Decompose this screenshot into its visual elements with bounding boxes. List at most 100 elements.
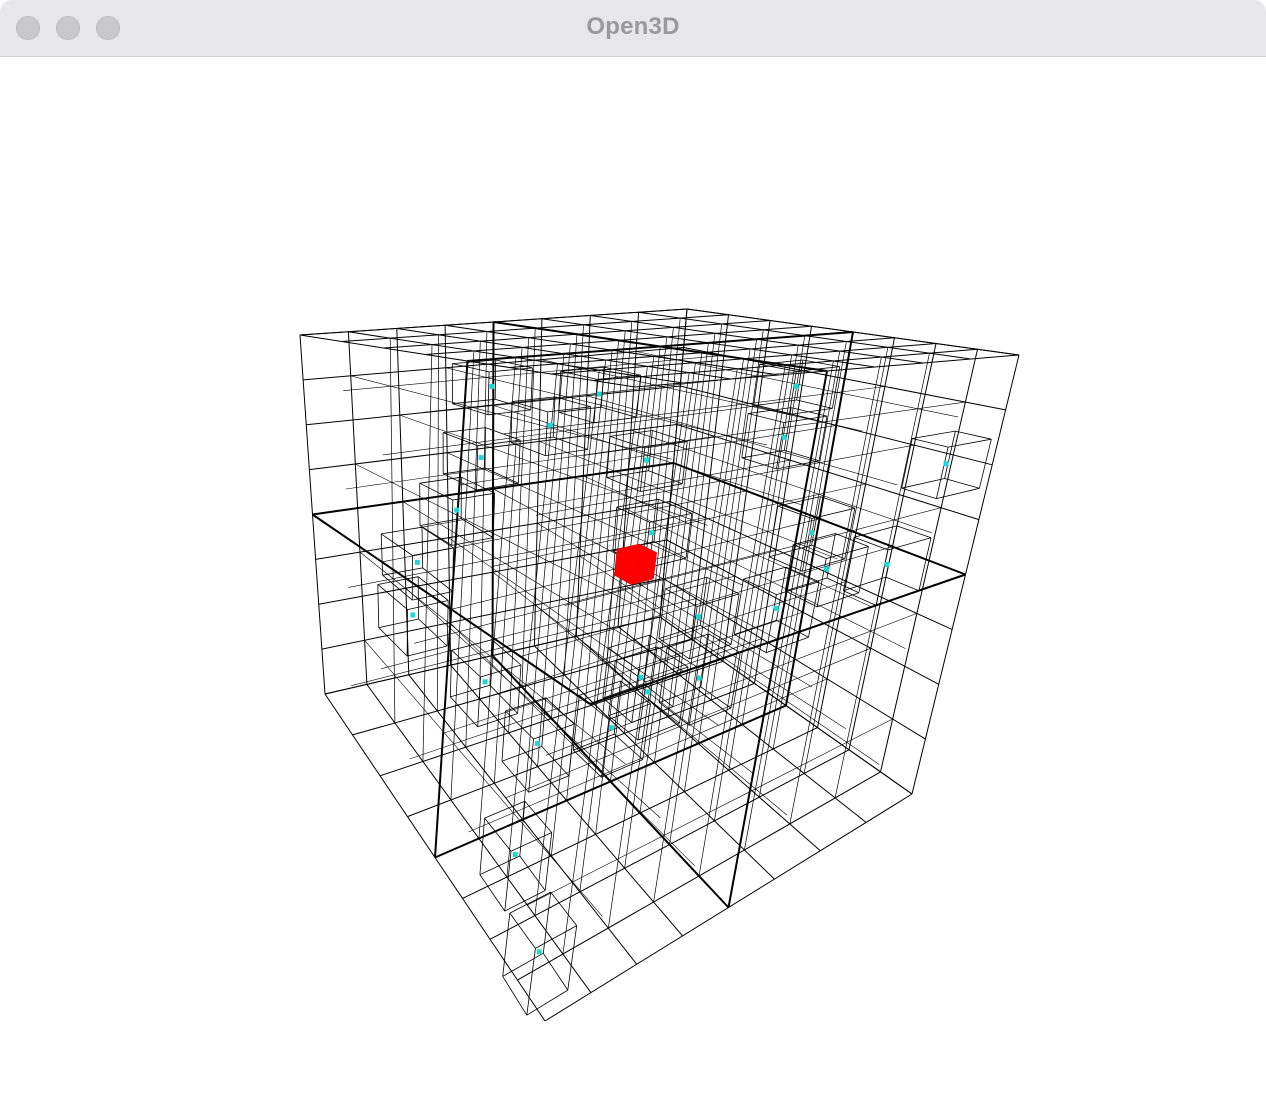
cloud-point	[793, 383, 799, 389]
leaf-box-edge	[406, 609, 408, 657]
octree-inner-edge	[545, 613, 918, 756]
window-title: Open3D	[586, 13, 680, 40]
leaf-box-edge	[858, 546, 869, 593]
leaf-box-edge	[743, 566, 787, 580]
leaf-box-edge	[528, 775, 570, 793]
leaf-box-edge	[688, 667, 699, 726]
octree-scene[interactable]	[0, 57, 1266, 1112]
leaf-box-edge	[776, 567, 787, 621]
leaf-box-edge	[504, 890, 546, 912]
cloud-point	[823, 566, 829, 572]
leaf-box-edge	[665, 588, 698, 607]
leaf-box-edge	[487, 371, 490, 415]
leaf-box-edge	[672, 655, 681, 707]
cloud-point	[512, 851, 518, 857]
octree-edge	[462, 727, 818, 899]
leaf-box-edge	[593, 379, 598, 423]
3d-viewport[interactable]	[0, 57, 1266, 1112]
leaf-box-edge	[443, 427, 486, 433]
leaf-box-edge	[510, 436, 554, 443]
cloud-point	[608, 725, 614, 731]
cloud-point	[773, 605, 779, 611]
leaf-box-edge	[484, 800, 526, 819]
leaf-box-edge	[955, 430, 992, 440]
leaf-box-edge	[631, 669, 639, 723]
leaf-box-edge	[811, 544, 845, 560]
octree-inner-edge	[351, 598, 697, 686]
leaf-box-edge	[377, 584, 380, 628]
leaf-box-edge	[443, 467, 486, 475]
leaf-box-edge	[608, 703, 651, 720]
cloud-point	[638, 674, 644, 680]
leaf-box-edge	[502, 952, 544, 977]
query-cube	[613, 543, 658, 586]
leaf-box-edge	[844, 508, 856, 559]
cloud-point	[414, 559, 420, 565]
leaf-box-edge	[918, 537, 932, 591]
cloud-point	[696, 614, 701, 620]
octree-inner-edge	[492, 571, 754, 774]
leaf-box-edge	[808, 581, 820, 638]
open3d-window: Open3D	[0, 0, 1266, 1112]
leaf-box-edge	[485, 427, 521, 441]
octree-edge	[673, 462, 966, 575]
leaf-box-edge	[542, 892, 552, 954]
leaf-box-edge	[649, 699, 680, 724]
leaf-box-edge	[573, 733, 615, 751]
octree-inner-edge	[594, 330, 626, 705]
leaf-box-edge	[936, 487, 980, 499]
cloud-point	[884, 561, 890, 567]
leaf-box-edge	[816, 592, 860, 608]
leaf-box-edge	[509, 912, 536, 949]
leaf-box-edge	[601, 759, 643, 778]
leaf-box-edge	[518, 440, 521, 484]
leaf-box-edge	[541, 746, 570, 777]
leaf-box-edge	[784, 450, 820, 462]
octree-inner-edge	[414, 549, 776, 644]
leaf-box-edge	[748, 413, 784, 423]
leaf-box-edge	[601, 719, 610, 778]
leaf-box-edge	[502, 976, 528, 1016]
leaf-box-edge	[501, 760, 530, 793]
cloud-point	[482, 679, 488, 685]
leaf-box-edge	[753, 405, 790, 415]
leaf-box-edge	[593, 417, 637, 424]
cloud-point	[649, 530, 655, 536]
leaf-box-edge	[885, 576, 920, 592]
leaf-box-edge	[452, 398, 496, 405]
octree-front-lines	[299, 308, 1020, 1022]
leaf-box-edge	[450, 696, 478, 728]
cloud-point	[478, 455, 484, 461]
octree-inner-edge	[803, 347, 889, 774]
leaf-box-edge	[479, 855, 520, 875]
leaf-box-edge	[545, 449, 588, 456]
leaf-box-edge	[412, 547, 454, 556]
leaf-box-edge	[753, 399, 797, 407]
title-bar[interactable]: Open3D	[0, 0, 1266, 57]
cloud-point	[943, 461, 949, 467]
leaf-box-edge	[418, 618, 448, 647]
cloud-point	[596, 391, 602, 397]
cloud-point	[696, 675, 702, 681]
leaf-box-edge	[901, 478, 945, 489]
octree-inner-edge	[648, 318, 681, 652]
leaf-box-edge	[640, 483, 683, 492]
leaf-box-edge	[637, 681, 647, 741]
cloud-point	[645, 689, 651, 695]
leaf-box-edge	[550, 891, 578, 926]
octree-edge	[517, 771, 881, 981]
octree-edge	[911, 354, 1020, 795]
leaf-box-edge	[381, 526, 423, 535]
leaf-box-edge	[378, 618, 419, 629]
octree-inner-edge	[479, 331, 488, 700]
cloud-point	[536, 949, 542, 955]
octree-edge	[489, 749, 850, 940]
octree-inner-edge	[653, 368, 738, 903]
leaf-box-edge	[853, 525, 897, 538]
leaf-box-edge	[802, 558, 845, 572]
leaf-box-edge	[553, 436, 588, 450]
octree-inner-edge	[714, 354, 793, 821]
octree-inner-edge	[710, 329, 764, 701]
leaf-box-edge	[567, 925, 578, 991]
octree-edge	[492, 655, 729, 908]
